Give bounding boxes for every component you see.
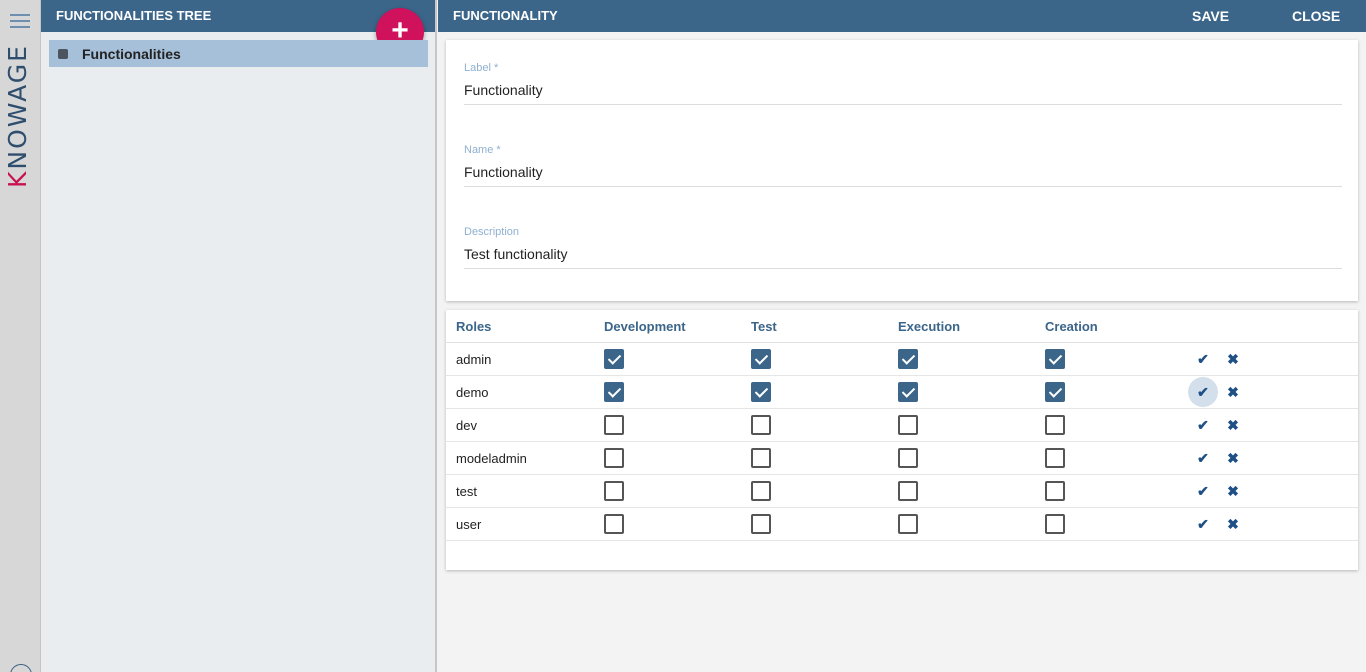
menu-icon[interactable] — [10, 14, 30, 30]
label-field-label: Label * — [464, 62, 499, 74]
close-button[interactable]: CLOSE — [1292, 0, 1340, 32]
execution-checkbox[interactable] — [898, 382, 918, 402]
check-all-icon[interactable]: ✔ — [1193, 481, 1213, 501]
uncheck-all-icon[interactable]: ✖ — [1223, 349, 1243, 369]
test-checkbox[interactable] — [751, 349, 771, 369]
table-row: demo ✔ ✖ — [446, 376, 1358, 409]
description-field-label: Description — [464, 226, 520, 238]
role-name: admin — [456, 352, 492, 367]
check-all-icon[interactable]: ✔ — [1193, 514, 1213, 534]
check-all-icon[interactable]: ✔ — [1193, 349, 1213, 369]
left-rail: KNOWAGE — [0, 0, 41, 672]
test-checkbox[interactable] — [751, 415, 771, 435]
name-field-value[interactable]: Functionality — [464, 164, 1342, 184]
test-checkbox[interactable] — [751, 448, 771, 468]
creation-checkbox[interactable] — [1045, 481, 1065, 501]
role-name: demo — [456, 385, 489, 400]
development-checkbox[interactable] — [604, 382, 624, 402]
table-row: test ✔ ✖ — [446, 475, 1358, 508]
execution-checkbox[interactable] — [898, 448, 918, 468]
execution-checkbox[interactable] — [898, 349, 918, 369]
label-field-value[interactable]: Functionality — [464, 82, 1342, 102]
column-header-roles: Roles — [456, 319, 492, 334]
creation-checkbox[interactable] — [1045, 382, 1065, 402]
uncheck-all-icon[interactable]: ✖ — [1223, 415, 1243, 435]
table-row: user ✔ ✖ — [446, 508, 1358, 541]
test-checkbox[interactable] — [751, 382, 771, 402]
uncheck-all-icon[interactable]: ✖ — [1223, 514, 1243, 534]
table-row: modeladmin ✔ ✖ — [446, 442, 1358, 475]
functionality-form: Label * Functionality Name * Functionali… — [446, 40, 1358, 301]
test-checkbox[interactable] — [751, 514, 771, 534]
role-name: user — [456, 517, 482, 532]
execution-checkbox[interactable] — [898, 514, 918, 534]
creation-checkbox[interactable] — [1045, 349, 1065, 369]
test-checkbox[interactable] — [751, 481, 771, 501]
development-checkbox[interactable] — [604, 481, 624, 501]
tree-item-functionalities[interactable]: Functionalities — [49, 40, 428, 67]
save-button[interactable]: SAVE — [1192, 0, 1229, 32]
execution-checkbox[interactable] — [898, 481, 918, 501]
development-checkbox[interactable] — [604, 349, 624, 369]
column-header-development: Development — [604, 319, 686, 334]
roles-table: Roles Development Test Execution Creatio… — [446, 310, 1358, 570]
detail-title: FUNCTIONALITY — [453, 8, 558, 23]
name-field[interactable]: Name * Functionality — [464, 144, 1342, 187]
creation-checkbox[interactable] — [1045, 448, 1065, 468]
check-all-icon[interactable]: ✔ — [1193, 415, 1213, 435]
development-checkbox[interactable] — [604, 415, 624, 435]
description-field-value[interactable]: Test functionality — [464, 246, 1342, 266]
role-name: dev — [456, 418, 477, 433]
uncheck-all-icon[interactable]: ✖ — [1223, 481, 1243, 501]
check-all-icon[interactable]: ✔ — [1193, 448, 1213, 468]
column-header-test: Test — [751, 319, 777, 334]
user-avatar-icon[interactable] — [10, 664, 32, 672]
column-header-execution: Execution — [898, 319, 961, 334]
column-header-creation: Creation — [1045, 319, 1098, 334]
detail-toolbar: FUNCTIONALITY SAVE CLOSE — [438, 0, 1366, 32]
table-row: dev ✔ ✖ — [446, 409, 1358, 442]
knowage-logo: KNOWAGE — [3, 44, 32, 188]
role-name: modeladmin — [456, 451, 527, 466]
table-row: admin ✔ ✖ — [446, 343, 1358, 376]
functionalities-tree-panel: FUNCTIONALITIES TREE + Functionalities — [41, 0, 437, 672]
uncheck-all-icon[interactable]: ✖ — [1223, 382, 1243, 402]
development-checkbox[interactable] — [604, 514, 624, 534]
folder-square-icon — [58, 48, 68, 59]
creation-checkbox[interactable] — [1045, 514, 1065, 534]
check-all-icon[interactable]: ✔ — [1188, 377, 1218, 407]
execution-checkbox[interactable] — [898, 415, 918, 435]
roles-table-header: Roles Development Test Execution Creatio… — [446, 310, 1358, 343]
name-field-label: Name * — [464, 144, 501, 156]
role-name: test — [456, 484, 477, 499]
label-field[interactable]: Label * Functionality — [464, 62, 1342, 105]
development-checkbox[interactable] — [604, 448, 624, 468]
tree-item-label: Functionalities — [82, 45, 181, 62]
creation-checkbox[interactable] — [1045, 415, 1065, 435]
uncheck-all-icon[interactable]: ✖ — [1223, 448, 1243, 468]
description-field[interactable]: Description Test functionality — [464, 226, 1342, 269]
